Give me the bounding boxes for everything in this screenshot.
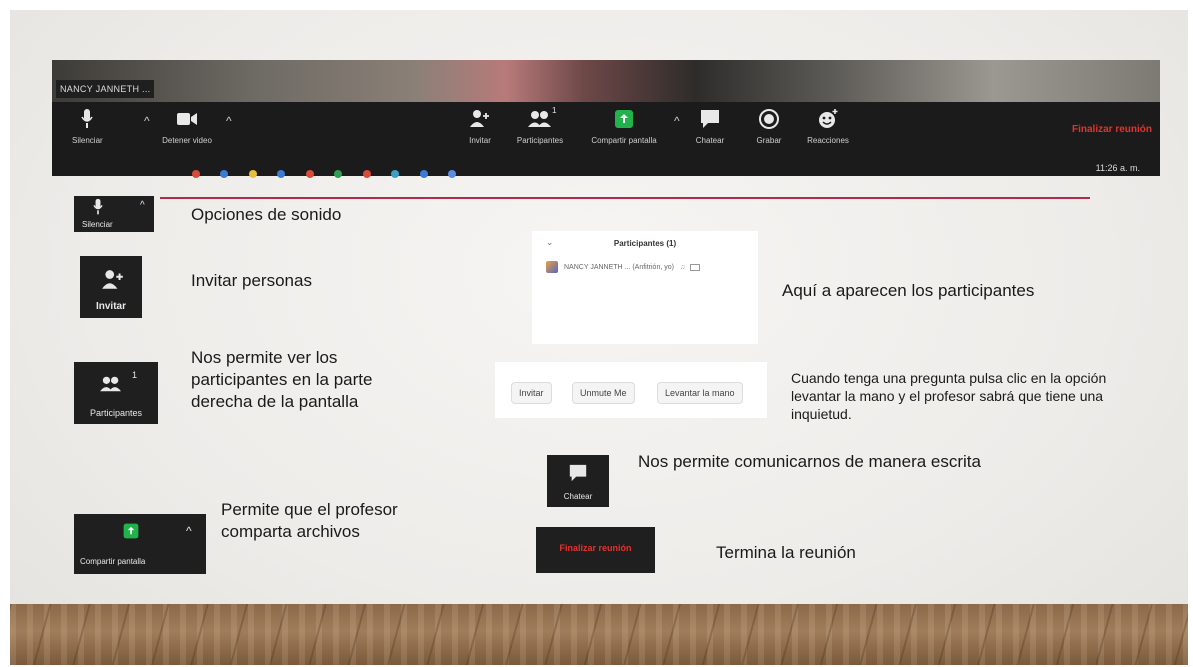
participants-panel: ⌄ Participantes (1) NANCY JANNETH ... (A…: [532, 231, 758, 344]
meeting-toolbar: Silenciar ^ Detener video ^ Invitar Part…: [52, 102, 1160, 162]
toolbar-invite-label: Invitar: [469, 136, 491, 145]
toolbar-chat-label: Chatear: [695, 136, 725, 145]
chevron-up-icon[interactable]: ^: [674, 114, 680, 128]
participants-panel-title: Participantes (1): [613, 239, 677, 248]
participant-row[interactable]: NANCY JANNETH ... (Anfitrión, yo) ♫: [546, 261, 701, 273]
share-screen-tile-label: Compartir pantalla: [80, 557, 146, 566]
app-icon[interactable]: [192, 170, 200, 178]
toolbar-video-label: Detener video: [162, 136, 212, 145]
chat-icon: [569, 464, 587, 482]
app-icon[interactable]: [305, 170, 314, 178]
app-icon[interactable]: [419, 170, 428, 178]
raise-hand-button[interactable]: Levantar la mano: [657, 382, 743, 404]
chevron-up-icon: ^: [186, 524, 192, 538]
windows-taskbar: 11:26 a. m.: [52, 162, 1160, 178]
invite-people-text: Invitar personas: [191, 271, 312, 290]
participants-text: Nos permite ver los participantes en la …: [191, 348, 373, 411]
toolbar-mute-label: Silenciar: [72, 136, 103, 145]
app-icon[interactable]: [277, 170, 286, 178]
people-icon: [100, 376, 121, 392]
toolbar-invite-button[interactable]: Invitar: [460, 108, 500, 145]
video-preview: [52, 60, 1160, 102]
toolbar-reactions-button[interactable]: Reacciones: [800, 108, 856, 145]
wooden-floor: [10, 604, 1188, 665]
unmute-me-button[interactable]: Unmute Me: [572, 382, 635, 404]
end-meeting-text: Termina la reunión: [716, 543, 856, 562]
microphone-icon: [93, 198, 103, 215]
chat-icon: [701, 110, 719, 128]
toolbar-share-screen-button[interactable]: Compartir pantalla: [584, 108, 664, 145]
invite-tile-label: Invitar: [95, 301, 126, 312]
share-screen-text: Permite que el profesor comparta archivo…: [221, 500, 398, 541]
reaction-icon: [819, 109, 838, 128]
share-screen-icon: [615, 110, 633, 128]
participants-panel-text: Aquí a aparecen los participantes: [782, 281, 1035, 300]
end-meeting-tile-label: Finalizar reunión: [559, 543, 632, 553]
chat-tile: Chatear: [547, 455, 609, 507]
participant-name-tag: NANCY JANNETH ...: [56, 80, 155, 98]
chat-text: Nos permite comunicarnos de manera escri…: [638, 452, 981, 471]
people-icon: [528, 111, 551, 127]
add-user-icon: [102, 270, 123, 289]
toolbar-participants-label: Participantes: [516, 136, 564, 145]
participants-panel-buttons: Invitar Unmute Me Levantar la mano: [495, 362, 767, 418]
app-icon[interactable]: [448, 170, 457, 178]
toolbar-participants-button[interactable]: Participantes: [510, 108, 570, 145]
taskbar-apps: [192, 165, 472, 183]
microphone-icon: [81, 109, 94, 128]
toolbar-chat-button[interactable]: Chatear: [692, 108, 728, 145]
participants-tile-label: Participantes: [89, 408, 143, 418]
mute-tile: ^ Silenciar: [74, 196, 154, 232]
toolbar-record-button[interactable]: Grabar: [752, 108, 786, 145]
slide: NANCY JANNETH ... Silenciar ^ Detener vi…: [10, 10, 1188, 665]
camera-icon: [690, 263, 701, 271]
invite-button[interactable]: Invitar: [511, 382, 552, 404]
toolbar-record-label: Grabar: [756, 136, 782, 145]
end-meeting-tile: Finalizar reunión: [536, 527, 655, 573]
add-user-icon: [470, 110, 489, 127]
app-icon[interactable]: [391, 170, 400, 178]
chat-tile-label: Chatear: [563, 492, 593, 501]
share-screen-tile: ^ Compartir pantalla: [74, 514, 206, 574]
avatar: [546, 261, 558, 273]
chevron-up-icon: ^: [140, 200, 145, 211]
toolbar-share-screen-label: Compartir pantalla: [591, 136, 657, 145]
toolbar-video-button[interactable]: Detener video: [152, 108, 222, 145]
participants-count: 1: [132, 370, 138, 380]
app-icon[interactable]: [362, 170, 371, 178]
participants-count: 1: [552, 106, 557, 115]
camera-icon: [177, 113, 197, 125]
chevron-up-icon[interactable]: ^: [226, 114, 232, 128]
app-icon[interactable]: [248, 170, 257, 178]
participant-name: NANCY JANNETH ... (Anfitrión, yo): [564, 263, 674, 271]
invite-tile: Invitar: [80, 256, 142, 318]
participants-tile: 1 Participantes: [74, 362, 158, 424]
app-icon[interactable]: [334, 170, 343, 178]
chevron-up-icon[interactable]: ^: [144, 114, 150, 128]
microphone-icon: ♫: [679, 263, 686, 271]
app-icon[interactable]: [220, 170, 229, 178]
taskbar-clock: 11:26 a. m.: [1095, 163, 1140, 173]
raise-hand-text: Cuando tenga una pregunta pulsa clic en …: [791, 370, 1107, 422]
mute-tile-label: Silenciar: [82, 220, 113, 229]
share-screen-icon: [123, 523, 139, 539]
toolbar-reactions-label: Reacciones: [807, 136, 849, 145]
accent-divider: [160, 197, 1090, 199]
toolbar-mute-button[interactable]: Silenciar: [72, 108, 103, 145]
sound-options-text: Opciones de sonido: [191, 205, 342, 224]
toolbar-end-meeting-button[interactable]: Finalizar reunión: [1072, 124, 1152, 135]
record-icon: [759, 109, 779, 129]
